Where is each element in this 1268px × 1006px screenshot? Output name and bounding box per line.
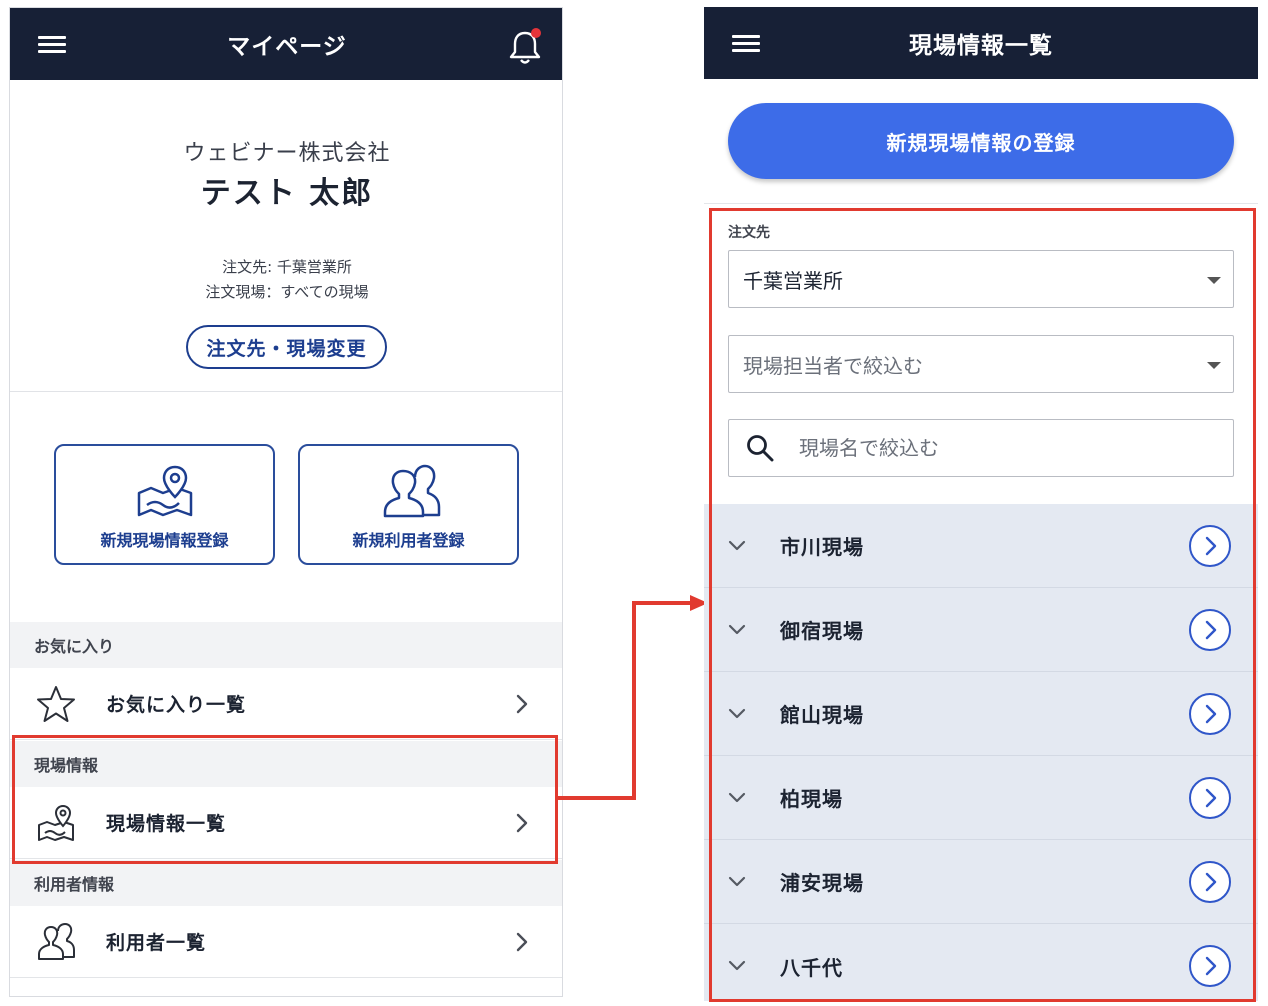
star-icon [37, 685, 75, 722]
section-heading-user-info: 利用者情報 [10, 860, 562, 906]
highlight-filter-and-list [709, 208, 1256, 1002]
menu-item-favorites[interactable]: お気に入り一覧 [10, 668, 562, 740]
users-icon [38, 922, 75, 960]
menu-item-label: 利用者一覧 [106, 932, 207, 954]
menu-item-label: お気に入り一覧 [106, 694, 247, 716]
menu-icon[interactable] [732, 35, 760, 53]
connector-line [558, 796, 636, 800]
notification-bell-icon[interactable] [508, 28, 542, 66]
profile-card: ウェビナー株式会社 テスト 太郎 注文先: 千葉営業所 注文現場：すべての現場 … [10, 80, 562, 392]
user-name: テスト 太郎 [200, 176, 374, 211]
connector-line [632, 601, 636, 800]
menu-item-user-list[interactable]: 利用者一覧 [10, 906, 562, 978]
users-icon [383, 464, 440, 518]
page-title: 現場情報一覧 [909, 33, 1053, 59]
chevron-right-icon [516, 932, 528, 951]
new-site-register-button[interactable]: 新規現場情報登録 [54, 444, 275, 565]
quick-action-label: 新規利用者登録 [352, 531, 465, 550]
highlight-site-info [12, 735, 558, 864]
app-header: 現場情報一覧 [704, 7, 1258, 79]
section-heading-favorites: お気に入り [10, 622, 562, 668]
map-pin-icon [137, 465, 192, 517]
company-name: ウェビナー株式会社 [183, 141, 391, 166]
quick-actions: 新規現場情報登録 新規利用者登録 [10, 392, 562, 622]
new-user-register-button[interactable]: 新規利用者登録 [298, 444, 519, 565]
menu-icon[interactable] [38, 36, 66, 54]
change-order-button[interactable]: 注文先・現場変更 [186, 325, 387, 369]
chevron-right-icon [516, 694, 528, 713]
page-title: マイページ [227, 34, 347, 60]
quick-action-label: 新規現場情報登録 [100, 531, 229, 550]
app-header: マイページ [10, 8, 562, 80]
connector-line [632, 601, 694, 605]
order-site: 注文現場：すべての現場 [205, 283, 369, 301]
register-new-site-button[interactable]: 新規現場情報の登録 [728, 103, 1234, 179]
order-destination: 注文先: 千葉営業所 [222, 258, 352, 276]
